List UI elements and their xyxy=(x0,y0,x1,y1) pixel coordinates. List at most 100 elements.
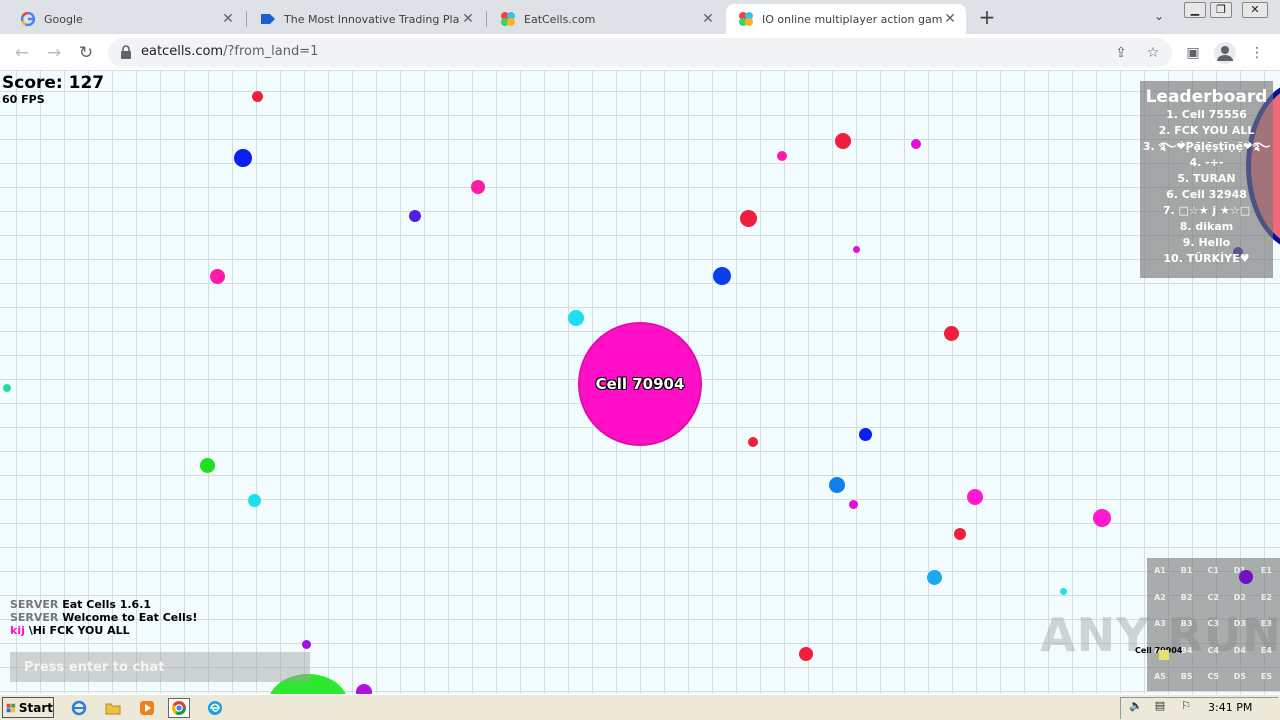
chat-sender: SERVER xyxy=(10,611,59,624)
folder-icon[interactable] xyxy=(102,698,124,718)
leaderboard-entry: 6. Cell 32948 xyxy=(1166,188,1247,201)
tab-trading[interactable]: The Most Innovative Trading Platform ✕ xyxy=(248,4,484,34)
network-icon[interactable]: ▤ xyxy=(1152,698,1168,714)
close-icon[interactable]: ✕ xyxy=(700,11,716,27)
food-pellet xyxy=(210,269,225,284)
minimap-enemy-dot xyxy=(1239,570,1253,584)
taskbar: Start 🔈 ▤ ⚐ 3:41 PM xyxy=(0,694,1280,720)
url-text: eatcells.com/?from_land=1 xyxy=(141,44,318,59)
food-pellet xyxy=(777,151,787,161)
food-pellet xyxy=(853,246,860,253)
volume-icon[interactable]: 🔈 xyxy=(1128,698,1144,714)
back-arrow-icon[interactable]: ← xyxy=(10,41,34,65)
minimap-cell: D2 xyxy=(1233,592,1246,602)
leaderboard-entry: 4. -+- xyxy=(1189,156,1224,169)
minimap-cell: B1 xyxy=(1180,566,1193,575)
chat-text: \Hi FCK YOU ALL xyxy=(28,624,130,637)
eatcells-icon xyxy=(738,11,754,27)
minimap-cell: D5 xyxy=(1233,672,1246,682)
chat-text: Eat Cells 1.6.1 xyxy=(62,598,152,611)
clock: 3:41 PM xyxy=(1208,701,1253,714)
url-host: eatcells.com xyxy=(141,44,224,59)
food-pellet xyxy=(568,310,584,326)
food-pellet xyxy=(954,528,966,540)
forward-arrow-icon[interactable]: → xyxy=(42,41,66,65)
food-pellet xyxy=(849,500,858,509)
edge-icon[interactable] xyxy=(204,698,226,718)
food-pellet xyxy=(927,570,942,585)
eatcells-icon xyxy=(500,11,516,27)
star-icon[interactable]: ☆ xyxy=(1144,44,1162,62)
food-pellet xyxy=(3,384,11,392)
food-pellet xyxy=(829,477,845,493)
food-pellet xyxy=(248,494,261,507)
chat-message: SERVER Welcome to Eat Cells! xyxy=(10,611,197,624)
minimize-button[interactable]: ▁ xyxy=(1184,2,1206,18)
chat-log: SERVER Eat Cells 1.6.1 SERVER Welcome to… xyxy=(10,598,197,637)
game-canvas[interactable]: Cell 70904 Score: 127 60 FPS Leaderboard… xyxy=(0,71,1280,694)
start-button[interactable]: Start xyxy=(2,697,54,718)
food-pellet xyxy=(1093,509,1111,527)
tab-divider xyxy=(486,11,487,27)
google-icon xyxy=(20,11,36,27)
food-pellet xyxy=(200,458,215,473)
side-panel-icon[interactable]: ▣ xyxy=(1182,42,1204,64)
close-window-button[interactable]: ✕ xyxy=(1242,2,1268,18)
food-pellet xyxy=(967,489,983,505)
minimap-cell: E4 xyxy=(1260,645,1272,655)
minimap-cell: E1 xyxy=(1260,566,1272,575)
food-pellet xyxy=(944,326,959,341)
food-pellet xyxy=(740,210,757,227)
flag-icon[interactable]: ⚐ xyxy=(1178,698,1194,714)
minimap-cell: A2 xyxy=(1154,592,1166,602)
lock-icon xyxy=(121,45,131,59)
media-player-icon[interactable] xyxy=(136,698,158,718)
start-label: Start xyxy=(18,700,53,715)
food-pellet xyxy=(356,684,372,694)
food-pellet xyxy=(1060,588,1067,595)
tab-title: The Most Innovative Trading Platform xyxy=(284,12,460,26)
reload-icon[interactable]: ↻ xyxy=(74,41,98,65)
player-name: Cell 70904 xyxy=(595,375,685,393)
minimap-cell: A1 xyxy=(1154,566,1166,575)
chrome-icon[interactable] xyxy=(168,698,190,718)
fps-display: 60 FPS xyxy=(2,93,45,106)
food-pellet xyxy=(799,647,813,661)
food-pellet xyxy=(911,139,921,149)
minimap-cell: C3 xyxy=(1207,619,1219,629)
minimap: A1B1C1D1E1A2B2C2D2E2A3B3C3D3E3A4B4C4D4E4… xyxy=(1135,558,1280,691)
address-bar[interactable]: eatcells.com/?from_land=1 ⇪ ☆ xyxy=(108,38,1172,67)
minimap-cell: C4 xyxy=(1207,645,1219,655)
leaderboard-entry: 1. Cell 75556 xyxy=(1166,108,1247,121)
minimap-cell: E2 xyxy=(1260,592,1272,602)
food-pellet xyxy=(252,91,263,102)
restore-button[interactable]: ❐ xyxy=(1210,2,1232,18)
chat-message: SERVER Eat Cells 1.6.1 xyxy=(10,598,197,611)
leaderboard-entry: 2. FCK YOU ALL xyxy=(1158,124,1255,137)
new-tab-button[interactable]: + xyxy=(976,7,998,29)
chat-input[interactable] xyxy=(10,652,310,682)
tab-io-game[interactable]: IO online multiplayer action game. Sk ✕ xyxy=(726,4,966,34)
internet-explorer-icon[interactable] xyxy=(68,698,90,718)
chevron-down-icon[interactable]: ⌄ xyxy=(1150,9,1168,25)
url-path: /?from_land=1 xyxy=(223,44,319,59)
minimap-cell: C5 xyxy=(1207,672,1219,682)
chat-text: Welcome to Eat Cells! xyxy=(62,611,198,624)
chat-sender: SERVER xyxy=(10,598,59,611)
player-cell: Cell 70904 xyxy=(578,322,702,446)
tab-eatcells[interactable]: EatCells.com ✕ xyxy=(488,4,724,34)
tab-title: Google xyxy=(44,12,83,26)
leaderboard-entry: 7. □☆★ j ★☆□ xyxy=(1162,204,1251,217)
minimap-player-dot xyxy=(1159,650,1169,660)
leaderboard-title: Leaderboard xyxy=(1145,87,1268,107)
menu-dots-icon[interactable]: ⋮ xyxy=(1246,42,1268,64)
close-icon[interactable]: ✕ xyxy=(942,11,958,27)
chat-input-box[interactable] xyxy=(10,652,310,682)
food-pellet xyxy=(835,133,851,149)
score-display: Score: 127 xyxy=(2,73,105,93)
close-icon[interactable]: ✕ xyxy=(220,11,236,27)
profile-avatar-icon[interactable] xyxy=(1214,42,1236,64)
close-icon[interactable]: ✕ xyxy=(460,11,476,27)
tab-google[interactable]: Google ✕ xyxy=(8,4,244,34)
share-icon[interactable]: ⇪ xyxy=(1112,44,1130,62)
